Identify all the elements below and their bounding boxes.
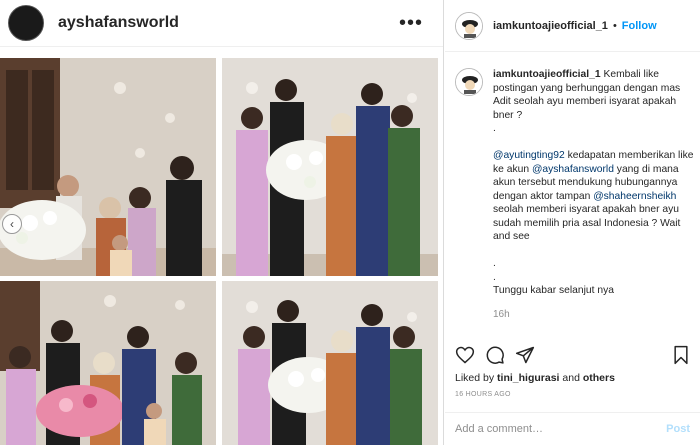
- photo-grid: ‹: [0, 58, 444, 445]
- bookmark-icon[interactable]: [671, 345, 691, 365]
- side-username[interactable]: iamkuntoajieofficial_1: [493, 20, 608, 32]
- separator-dot: •: [612, 19, 617, 32]
- post-comment-button[interactable]: Post: [666, 423, 690, 435]
- heart-icon[interactable]: [455, 345, 475, 365]
- caption-text: iamkuntoajieofficial_1 Kembali like post…: [493, 68, 695, 321]
- follow-button[interactable]: Follow: [622, 20, 657, 32]
- caption-username[interactable]: iamkuntoajieofficial_1: [493, 69, 601, 80]
- caption-dot-3: .: [493, 271, 496, 283]
- post-header: ayshafansworld •••: [0, 0, 443, 47]
- caption-closing: Tunggu kabar selanjut nya: [493, 285, 614, 296]
- post-avatar[interactable]: [8, 5, 44, 41]
- comment-bar: Add a comment… Post: [445, 412, 700, 445]
- caption: iamkuntoajieofficial_1 Kembali like post…: [455, 68, 695, 321]
- caption-text-4: seolah memberi isyarat apakah bner ayu s…: [493, 204, 681, 242]
- share-icon[interactable]: [515, 345, 535, 365]
- liked-by: Liked by tini_higurasi and others: [455, 372, 615, 384]
- caption-gap: [493, 136, 695, 150]
- caption-para-1: iamkuntoajieofficial_1 Kembali like post…: [493, 68, 695, 122]
- caption-avatar[interactable]: [455, 68, 483, 96]
- action-bar: [455, 344, 691, 366]
- comment-panel: iamkuntoajieofficial_1 • Follow iamkunto…: [445, 0, 700, 445]
- side-avatar[interactable]: [455, 11, 483, 40]
- comment-icon[interactable]: [485, 345, 505, 365]
- embedded-post: ayshafansworld ••• ‹: [0, 0, 444, 445]
- more-dots-icon[interactable]: •••: [399, 13, 435, 33]
- caption-dot-2: .: [493, 258, 496, 269]
- liked-prefix: Liked by: [455, 372, 498, 384]
- caption-dot-1: .: [493, 123, 496, 134]
- caption-para-2: @ayutingting92 kedapatan memberikan like…: [493, 149, 695, 244]
- photo-family-bouquet-1[interactable]: [0, 58, 216, 276]
- mention-ayutingting[interactable]: @ayutingting92: [493, 150, 565, 161]
- caption-time[interactable]: 16h: [493, 308, 695, 322]
- comment-input[interactable]: Add a comment…: [455, 423, 666, 435]
- liked-mid: and: [559, 372, 583, 384]
- post-username[interactable]: ayshafansworld: [58, 14, 399, 32]
- photo-family-bouquet-3[interactable]: [0, 281, 216, 445]
- side-header: iamkuntoajieofficial_1 • Follow: [445, 0, 700, 52]
- liked-others[interactable]: others: [583, 372, 615, 384]
- photo-family-bouquet-4[interactable]: [222, 281, 438, 445]
- caption-gap: [493, 244, 695, 258]
- mention-ayshafansworld[interactable]: @ayshafansworld: [532, 164, 614, 175]
- liked-user[interactable]: tini_higurasi: [497, 372, 559, 384]
- post-timestamp: 16 HOURS AGO: [455, 391, 511, 398]
- photo-family-bouquet-2[interactable]: [222, 58, 438, 276]
- carousel-prev-icon[interactable]: ‹: [2, 214, 22, 234]
- mention-shaheernsheikh[interactable]: @shaheernsheikh: [593, 191, 676, 202]
